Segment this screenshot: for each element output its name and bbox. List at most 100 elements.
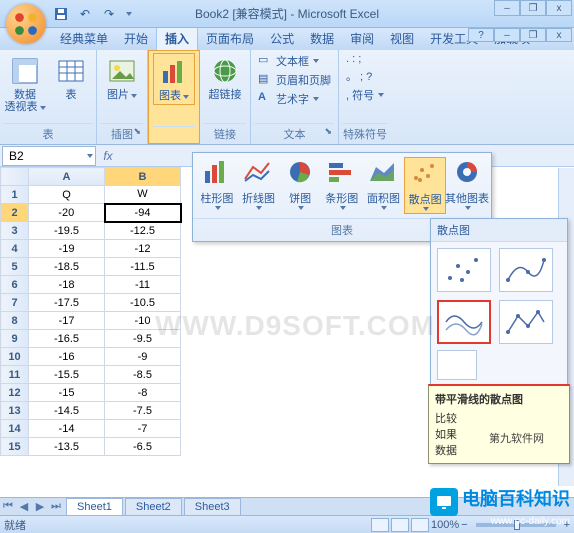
close-button[interactable]: x (546, 0, 572, 16)
help-button[interactable]: ? (468, 28, 494, 42)
symbol-row-2[interactable]: 。 ; ? (343, 67, 387, 85)
select-all[interactable] (1, 168, 29, 186)
row-header[interactable]: 7 (1, 294, 29, 312)
header-footer-button[interactable]: ▤页眉和页脚 (255, 71, 334, 89)
scatter-straight-markers[interactable] (499, 300, 553, 344)
cell[interactable]: -8 (105, 384, 181, 402)
scatter-smooth-lines[interactable] (437, 300, 491, 344)
zoom-in[interactable]: + (564, 519, 570, 531)
row-header[interactable]: 1 (1, 186, 29, 204)
name-box[interactable]: B2 (2, 146, 96, 166)
cell[interactable]: -6.5 (105, 438, 181, 456)
fx-icon[interactable]: fx (96, 149, 120, 163)
cell[interactable]: -7.5 (105, 402, 181, 420)
tab-layout[interactable]: 页面布局 (198, 27, 262, 50)
tab-view[interactable]: 视图 (382, 27, 422, 50)
minimize-button[interactable]: – (494, 0, 520, 16)
view-normal[interactable] (371, 518, 389, 532)
cell[interactable]: -9.5 (105, 330, 181, 348)
scatter-chart-button[interactable]: 散点图 (404, 157, 446, 214)
sheet-tab-3[interactable]: Sheet3 (184, 498, 241, 515)
cell[interactable]: -18 (29, 276, 105, 294)
row-header[interactable]: 11 (1, 366, 29, 384)
cell[interactable]: -19.5 (29, 222, 105, 240)
save-icon[interactable] (52, 5, 70, 23)
cell[interactable]: -17 (29, 312, 105, 330)
row-header[interactable]: 5 (1, 258, 29, 276)
cell[interactable]: -13.5 (29, 438, 105, 456)
pie-chart-button[interactable]: 饼图 (279, 157, 321, 214)
column-chart-button[interactable]: 柱形图 (196, 157, 238, 214)
wordart-button[interactable]: A艺术字 (255, 90, 334, 108)
qat-dropdown-icon[interactable] (126, 12, 132, 16)
cell[interactable]: -17.5 (29, 294, 105, 312)
cell[interactable]: -19 (29, 240, 105, 258)
hyperlink-button[interactable]: 超链接 (204, 52, 246, 104)
tab-home[interactable]: 开始 (116, 27, 156, 50)
cell[interactable]: -12.5 (105, 222, 181, 240)
cell[interactable]: -12 (105, 240, 181, 258)
cell[interactable]: -9 (105, 348, 181, 366)
undo-icon[interactable]: ↶ (76, 5, 94, 23)
view-layout[interactable] (391, 518, 409, 532)
line-chart-button[interactable]: 折线图 (238, 157, 280, 214)
maximize-button[interactable]: ❐ (520, 0, 546, 16)
cell[interactable]: -8.5 (105, 366, 181, 384)
cell[interactable]: -94 (105, 204, 181, 222)
row-header[interactable]: 15 (1, 438, 29, 456)
cell[interactable]: -11 (105, 276, 181, 294)
row-header[interactable]: 6 (1, 276, 29, 294)
cell[interactable]: -20 (29, 204, 105, 222)
wb-minimize-button[interactable]: – (494, 28, 520, 42)
picture-button[interactable]: 图片 (101, 52, 143, 104)
scatter-smooth-markers[interactable] (499, 248, 553, 292)
wb-close-button[interactable]: x (546, 28, 572, 42)
row-header[interactable]: 9 (1, 330, 29, 348)
redo-icon[interactable]: ↷ (100, 5, 118, 23)
row-header[interactable]: 8 (1, 312, 29, 330)
chart-button[interactable]: 图表 (153, 53, 195, 105)
cell[interactable]: -16 (29, 348, 105, 366)
cell[interactable]: Q (29, 186, 105, 204)
col-A[interactable]: A (29, 168, 105, 186)
row-header[interactable]: 4 (1, 240, 29, 258)
tab-classic[interactable]: 经典菜单 (52, 27, 116, 50)
cell[interactable]: -14.5 (29, 402, 105, 420)
scatter-markers-only[interactable] (437, 248, 491, 292)
cell[interactable]: -18.5 (29, 258, 105, 276)
area-chart-button[interactable]: 面积图 (363, 157, 405, 214)
tab-data[interactable]: 数据 (302, 27, 342, 50)
cell[interactable]: -11.5 (105, 258, 181, 276)
view-pagebreak[interactable] (411, 518, 429, 532)
sheet-tab-1[interactable]: Sheet1 (66, 498, 123, 515)
col-B[interactable]: B (105, 168, 181, 186)
cell[interactable]: -10.5 (105, 294, 181, 312)
row-header[interactable]: 13 (1, 402, 29, 420)
bar-chart-button[interactable]: 条形图 (321, 157, 363, 214)
cell[interactable]: -15.5 (29, 366, 105, 384)
cell[interactable]: -10 (105, 312, 181, 330)
cell[interactable]: -14 (29, 420, 105, 438)
cell[interactable]: -7 (105, 420, 181, 438)
pivot-table-button[interactable]: 数据透视表 (4, 52, 46, 116)
cell[interactable]: W (105, 186, 181, 204)
tab-formulas[interactable]: 公式 (262, 27, 302, 50)
row-header[interactable]: 3 (1, 222, 29, 240)
table-button[interactable]: 表 (50, 52, 92, 104)
tab-review[interactable]: 审阅 (342, 27, 382, 50)
zoom-slider[interactable] (476, 523, 556, 527)
textbox-button[interactable]: ▭文本框 (255, 52, 334, 70)
cell[interactable]: -16.5 (29, 330, 105, 348)
wb-restore-button[interactable]: ❐ (520, 28, 546, 42)
row-header[interactable]: 12 (1, 384, 29, 402)
row-header[interactable]: 10 (1, 348, 29, 366)
office-button[interactable] (6, 4, 46, 44)
namebox-dropdown-icon[interactable] (87, 154, 93, 158)
row-header[interactable]: 2 (1, 204, 29, 222)
tab-insert[interactable]: 插入 (156, 26, 198, 50)
row-header[interactable]: 14 (1, 420, 29, 438)
sheet-nav[interactable]: ⏮◀▶⏭ (0, 500, 64, 513)
other-chart-button[interactable]: 其他图表 (446, 157, 488, 214)
symbol-button[interactable]: , 符号 (343, 86, 387, 104)
sheet-tab-2[interactable]: Sheet2 (125, 498, 182, 515)
